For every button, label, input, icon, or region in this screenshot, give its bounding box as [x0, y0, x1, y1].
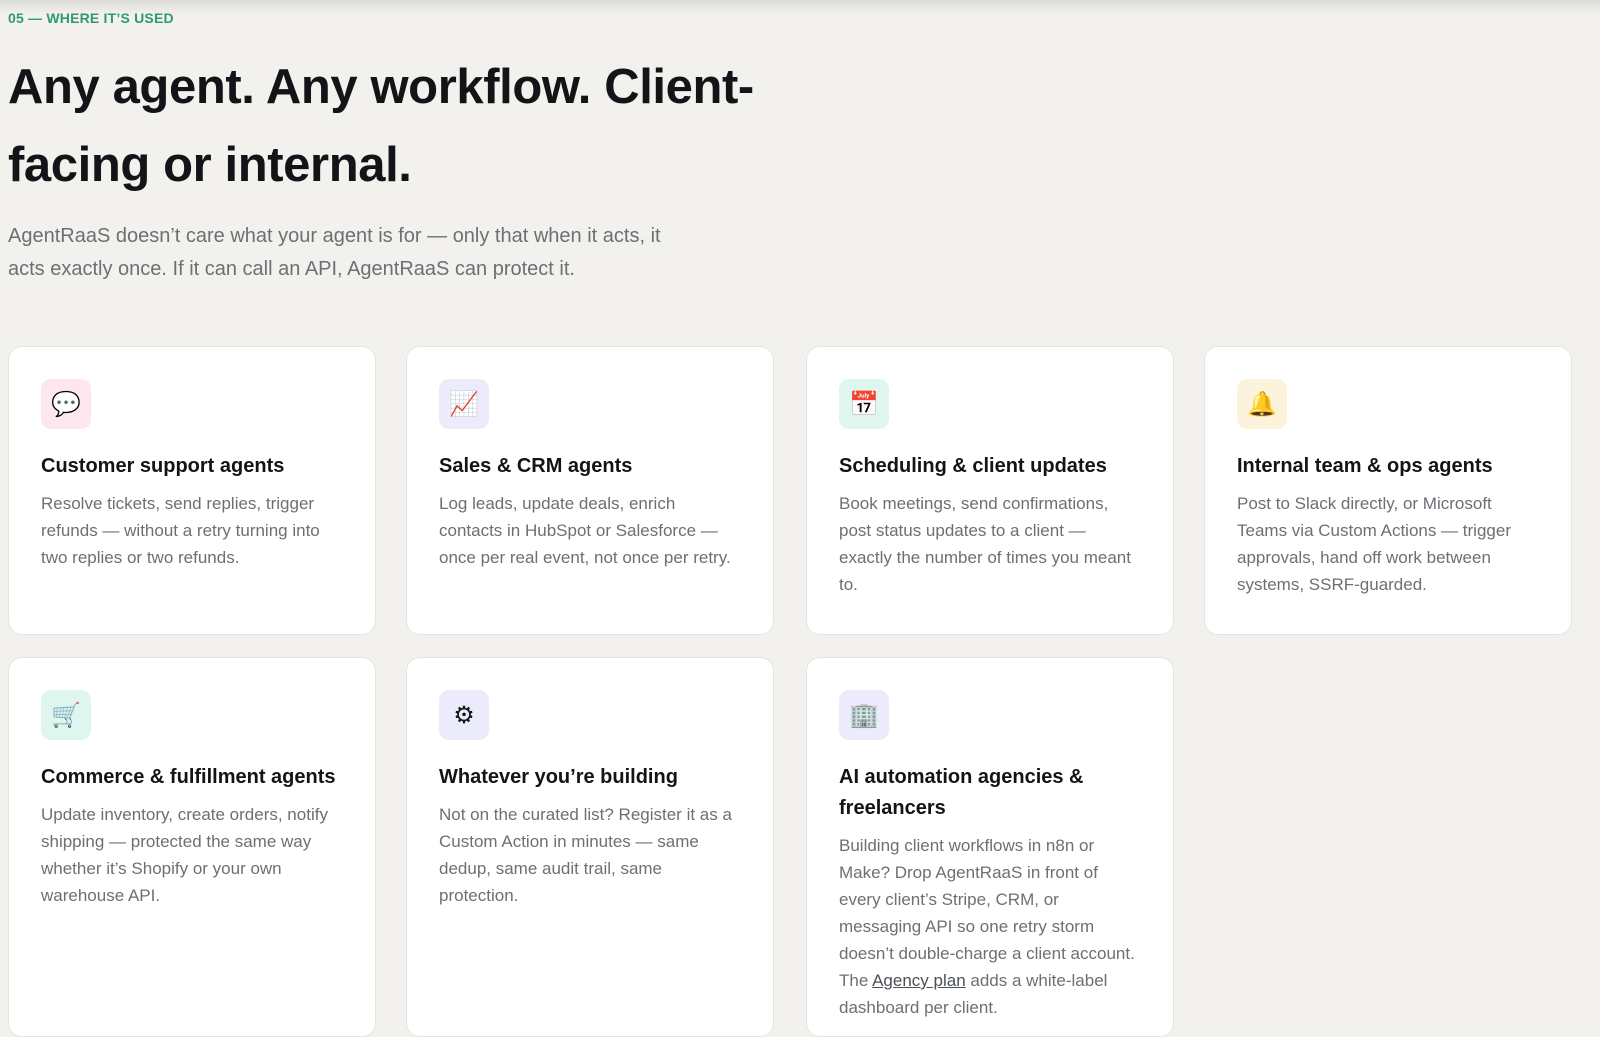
- section-lede: AgentRaaS doesn’t care what your agent i…: [8, 225, 661, 280]
- card-description: Log leads, update deals, enrich contacts…: [439, 494, 731, 567]
- card-description: Update inventory, create orders, notify …: [41, 805, 328, 905]
- card-description-text: Building client workflows in n8n or Make…: [839, 836, 1135, 990]
- bell-icon: 🔔: [1237, 379, 1287, 429]
- top-edge-shadow: [0, 0, 1600, 14]
- use-case-card-customer-support: 💬 Customer support agents Resolve ticket…: [8, 346, 376, 635]
- card-title: Whatever you’re building: [439, 766, 678, 788]
- card-title: Customer support agents: [41, 455, 285, 477]
- use-case-card-scheduling: 📅 Scheduling & client updates Book meeti…: [806, 346, 1174, 635]
- chart-increasing-icon: 📈: [439, 379, 489, 429]
- section-headline: Any agent. Any workflow. Client-facing o…: [8, 60, 754, 192]
- card-description: Post to Slack directly, or Microsoft Tea…: [1237, 494, 1511, 594]
- card-title: Scheduling & client updates: [839, 455, 1107, 477]
- use-case-card-commerce: 🛒 Commerce & fulfillment agents Update i…: [8, 657, 376, 1037]
- card-description: Not on the curated list? Register it as …: [439, 805, 732, 905]
- card-description: Resolve tickets, send replies, trigger r…: [41, 494, 320, 567]
- use-case-card-sales-crm: 📈 Sales & CRM agents Log leads, update d…: [406, 346, 774, 635]
- speech-bubble-icon: 💬: [41, 379, 91, 429]
- calendar-icon: 📅: [839, 379, 889, 429]
- section-eyebrow: 05 — WHERE IT’S USED: [8, 10, 174, 26]
- use-case-card-custom: ⚙ Whatever you’re building Not on the cu…: [406, 657, 774, 1037]
- agency-plan-link[interactable]: Agency plan: [872, 971, 966, 990]
- card-title: Commerce & fulfillment agents: [41, 766, 336, 788]
- gear-icon: ⚙: [439, 690, 489, 740]
- card-title: Sales & CRM agents: [439, 455, 633, 477]
- card-title: AI automation agencies & freelancers: [839, 766, 1084, 819]
- card-title: Internal team & ops agents: [1237, 455, 1493, 477]
- use-case-card-agencies: 🏢 AI automation agencies & freelancers B…: [806, 657, 1174, 1037]
- shopping-cart-icon: 🛒: [41, 690, 91, 740]
- card-description: Book meetings, send confirmations, post …: [839, 494, 1131, 594]
- office-building-icon: 🏢: [839, 690, 889, 740]
- card-description: Building client workflows in n8n or Make…: [839, 832, 1141, 1021]
- use-case-card-internal-ops: 🔔 Internal team & ops agents Post to Sla…: [1204, 346, 1572, 635]
